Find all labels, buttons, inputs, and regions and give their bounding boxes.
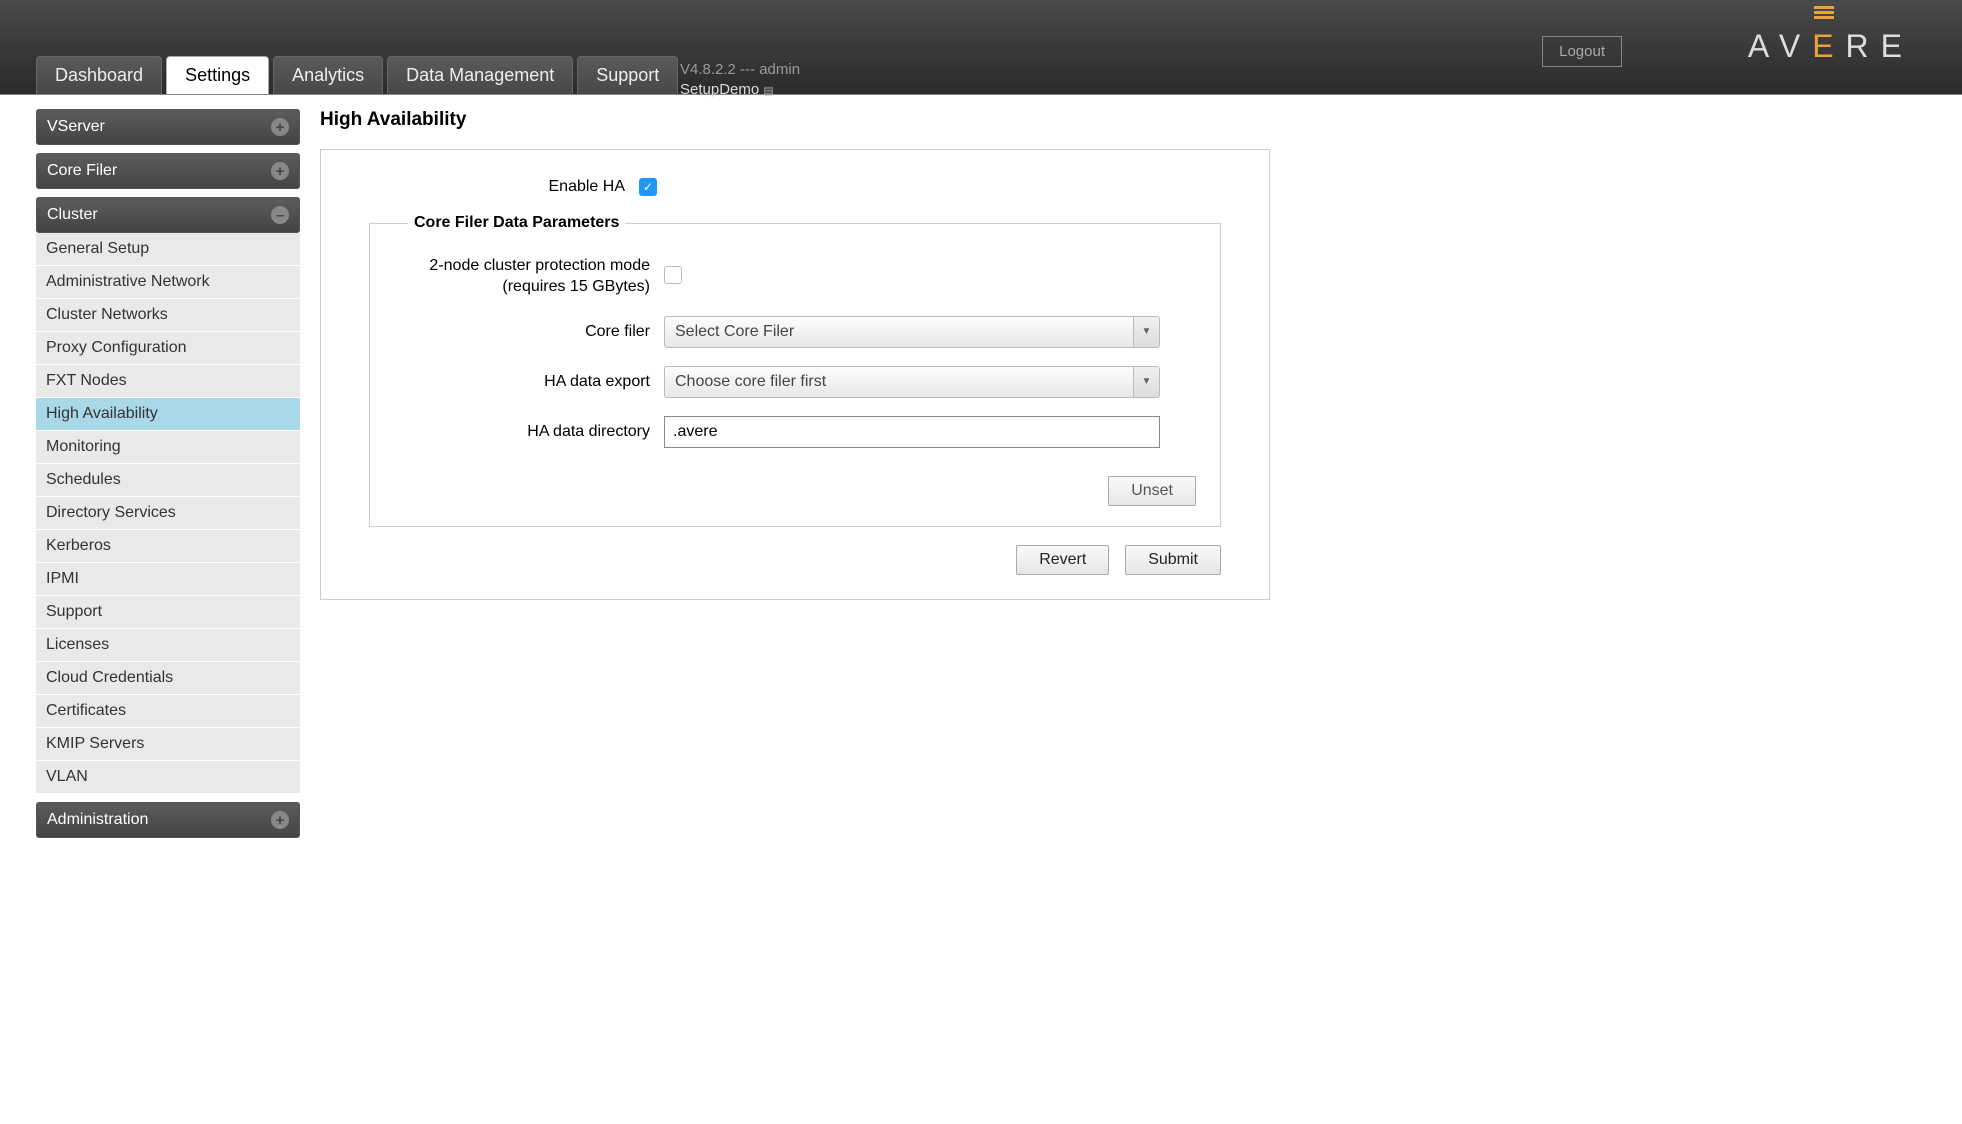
ha-panel: Enable HA ✓ Core Filer Data Parameters 2… <box>320 149 1270 600</box>
core-filer-value: Select Core Filer <box>665 317 1133 347</box>
sidebar-item-high-availability[interactable]: High Availability <box>36 398 300 431</box>
ha-export-label: HA data export <box>394 373 664 391</box>
tab-dashboard[interactable]: Dashboard <box>36 56 162 94</box>
nav-header-core-filer[interactable]: Core Filer <box>36 153 300 189</box>
nav-label: VServer <box>47 118 105 136</box>
main-tabs: Dashboard Settings Analytics Data Manage… <box>36 56 678 94</box>
sidebar-item-vlan[interactable]: VLAN <box>36 761 300 794</box>
submit-button[interactable]: Submit <box>1125 545 1221 575</box>
sidebar-item-certificates[interactable]: Certificates <box>36 695 300 728</box>
core-filer-select[interactable]: Select Core Filer ▼ <box>664 316 1160 348</box>
ha-dir-input[interactable] <box>664 416 1160 448</box>
nav-header-cluster[interactable]: Cluster <box>36 197 300 233</box>
document-icon[interactable]: ▤ <box>763 85 773 97</box>
fieldset-legend: Core Filer Data Parameters <box>408 214 625 232</box>
sidebar-item-kmip-servers[interactable]: KMIP Servers <box>36 728 300 761</box>
sidebar-item-cluster-networks[interactable]: Cluster Networks <box>36 299 300 332</box>
enable-ha-checkbox[interactable]: ✓ <box>639 178 657 196</box>
sidebar: VServer Core Filer Cluster General Setup… <box>36 109 300 838</box>
two-node-label: 2-node cluster protection mode (requires… <box>394 256 664 298</box>
minus-icon <box>271 206 289 224</box>
logo-e2: E <box>1881 28 1914 64</box>
plus-icon <box>271 811 289 829</box>
nav-header-vserver[interactable]: VServer <box>36 109 300 145</box>
logo: AVERE <box>1748 28 1914 65</box>
unset-button[interactable]: Unset <box>1108 476 1196 506</box>
chevron-down-icon: ▼ <box>1133 317 1159 347</box>
nav-header-administration[interactable]: Administration <box>36 802 300 838</box>
sidebar-item-support[interactable]: Support <box>36 596 300 629</box>
enable-ha-label: Enable HA <box>369 178 639 196</box>
sidebar-item-directory-services[interactable]: Directory Services <box>36 497 300 530</box>
sidebar-item-fxt-nodes[interactable]: FXT Nodes <box>36 365 300 398</box>
version-info: V4.8.2.2 --- admin SetupDemo ▤ <box>680 60 800 99</box>
tab-settings[interactable]: Settings <box>166 56 269 94</box>
revert-button[interactable]: Revert <box>1016 545 1109 575</box>
logo-r: R <box>1846 28 1881 64</box>
logout-button[interactable]: Logout <box>1542 36 1622 67</box>
tab-analytics[interactable]: Analytics <box>273 56 383 94</box>
cluster-name: SetupDemo <box>680 81 759 98</box>
plus-icon <box>271 118 289 136</box>
tab-support[interactable]: Support <box>577 56 678 94</box>
chevron-down-icon: ▼ <box>1133 367 1159 397</box>
core-filer-label: Core filer <box>394 323 664 341</box>
ha-export-select[interactable]: Choose core filer first ▼ <box>664 366 1160 398</box>
sidebar-item-kerberos[interactable]: Kerberos <box>36 530 300 563</box>
sidebar-item-cloud-credentials[interactable]: Cloud Credentials <box>36 662 300 695</box>
sidebar-item-general-setup[interactable]: General Setup <box>36 233 300 266</box>
logo-e: E <box>1812 28 1845 65</box>
tab-data-management[interactable]: Data Management <box>387 56 573 94</box>
sidebar-item-monitoring[interactable]: Monitoring <box>36 431 300 464</box>
ha-dir-label: HA data directory <box>394 423 664 441</box>
header-bar: Logout AVERE V4.8.2.2 --- admin SetupDem… <box>0 0 1962 95</box>
sidebar-item-schedules[interactable]: Schedules <box>36 464 300 497</box>
content-area: High Availability Enable HA ✓ Core Filer… <box>300 109 1962 838</box>
plus-icon <box>271 162 289 180</box>
sidebar-item-licenses[interactable]: Licenses <box>36 629 300 662</box>
core-filer-fieldset: Core Filer Data Parameters 2-node cluste… <box>369 214 1221 527</box>
ha-export-value: Choose core filer first <box>665 367 1133 397</box>
version-line: V4.8.2.2 --- admin <box>680 60 800 80</box>
sidebar-item-administrative-network[interactable]: Administrative Network <box>36 266 300 299</box>
nav-label: Cluster <box>47 206 98 224</box>
sidebar-item-ipmi[interactable]: IPMI <box>36 563 300 596</box>
logo-v: V <box>1779 28 1812 64</box>
two-node-checkbox[interactable] <box>664 266 682 284</box>
sidebar-item-proxy-configuration[interactable]: Proxy Configuration <box>36 332 300 365</box>
nav-label: Core Filer <box>47 162 117 180</box>
logo-a: A <box>1748 28 1779 64</box>
page-title: High Availability <box>320 109 1942 131</box>
nav-label: Administration <box>47 811 148 829</box>
